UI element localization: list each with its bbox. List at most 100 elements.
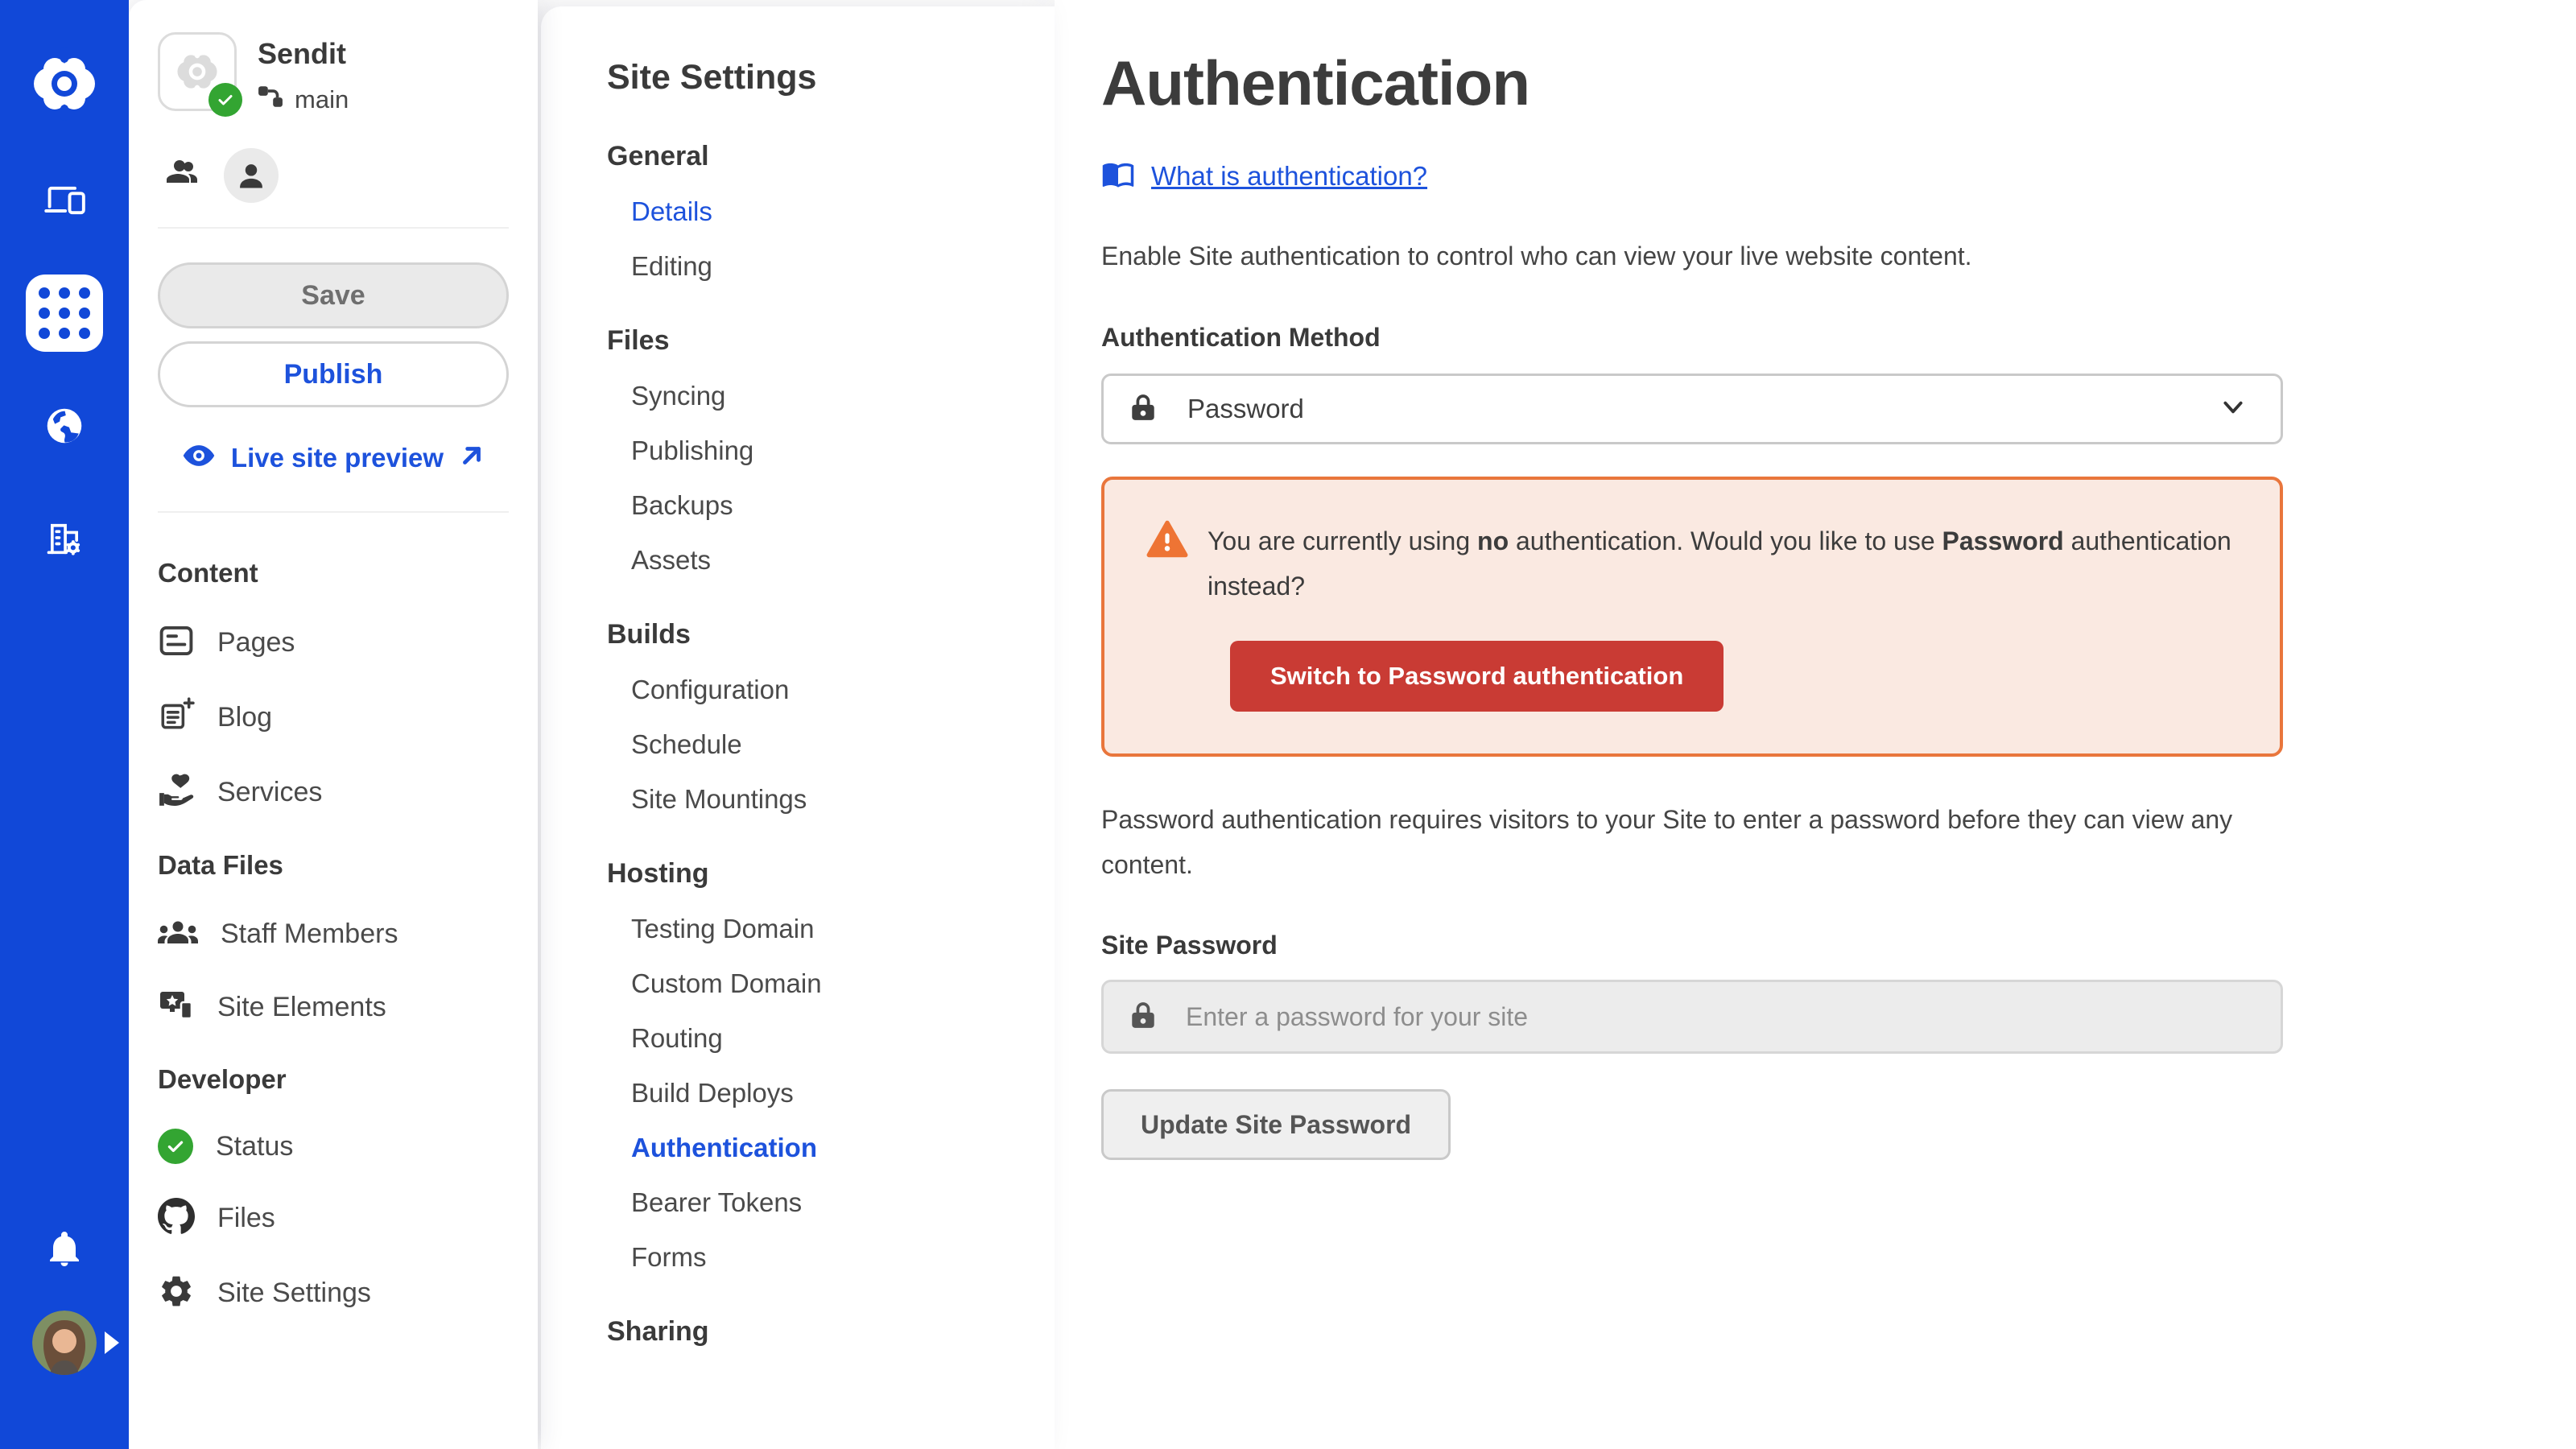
switch-to-password-button[interactable]: Switch to Password authentication [1230, 641, 1724, 712]
settings-item-details[interactable]: Details [631, 196, 1030, 227]
settings-nav-panel: Site Settings General Details Editing Fi… [541, 6, 1055, 1449]
sidebar-item-label: Services [217, 777, 322, 808]
settings-item-forms[interactable]: Forms [631, 1242, 1030, 1273]
sidebar-item-label: Blog [217, 702, 272, 733]
sidebar-item-label: Site Settings [217, 1278, 371, 1309]
app-rail [0, 0, 129, 1449]
site-synced-badge-icon [208, 83, 242, 117]
section-heading-content: Content [158, 558, 509, 588]
sidebar-actions: Save Publish Live site preview [158, 229, 509, 513]
branch-icon [258, 84, 283, 116]
settings-group-heading: Sharing [607, 1316, 1030, 1348]
team-members-icon[interactable] [158, 156, 200, 196]
settings-item-publishing[interactable]: Publishing [631, 436, 1030, 466]
sidebar-item-site-elements[interactable]: Site Elements [158, 988, 509, 1027]
arrow-outward-icon [458, 442, 485, 473]
settings-item-testing-domain[interactable]: Testing Domain [631, 914, 1030, 944]
lock-icon [1128, 392, 1158, 427]
sidebar-item-label: Staff Members [221, 919, 398, 950]
eye-icon [181, 438, 217, 477]
main-content: Authentication What is authentication? E… [1055, 0, 2576, 1449]
chevron-down-icon [2221, 395, 2245, 423]
save-button[interactable]: Save [158, 262, 509, 328]
sidebar-item-pages[interactable]: Pages [158, 622, 509, 663]
live-site-preview-link[interactable]: Live site preview [158, 438, 509, 477]
password-info-text: Password authentication requires visitor… [1101, 797, 2236, 887]
settings-item-authentication[interactable]: Authentication [631, 1133, 1030, 1163]
site-header: Sendit main [158, 0, 509, 229]
lock-icon [1128, 1000, 1158, 1034]
settings-item-custom-domain[interactable]: Custom Domain [631, 968, 1030, 999]
site-sidebar: Sendit main [129, 0, 538, 1449]
blog-icon [158, 697, 195, 738]
warning-triangle-icon [1146, 520, 1188, 563]
site-password-field [1101, 980, 2283, 1054]
hand-heart-icon [158, 772, 195, 813]
branch-name: main [295, 85, 349, 114]
help-link-row[interactable]: What is authentication? [1101, 157, 2576, 195]
publish-button[interactable]: Publish [158, 341, 509, 407]
settings-item-backups[interactable]: Backups [631, 490, 1030, 521]
page-title: Authentication [1101, 47, 2576, 120]
authentication-method-label: Authentication Method [1101, 323, 2576, 353]
book-icon [1101, 157, 1135, 195]
settings-group-general: General Details Editing [607, 141, 1030, 282]
settings-item-site-mountings[interactable]: Site Mountings [631, 784, 1030, 815]
settings-group-builds: Builds Configuration Schedule Site Mount… [607, 619, 1030, 815]
sidebar-item-label: Files [217, 1203, 275, 1234]
settings-group-heading: Builds [607, 619, 1030, 650]
site-thumbnail[interactable] [158, 32, 237, 111]
settings-group-sharing: Sharing [607, 1316, 1030, 1348]
what-is-authentication-link[interactable]: What is authentication? [1151, 161, 1427, 192]
groups-icon [158, 914, 198, 954]
sidebar-nav: Content Pages Bl [158, 513, 509, 1314]
rail-bottom-group [32, 1231, 97, 1449]
site-password-input[interactable] [1186, 1002, 2256, 1032]
sidebar-item-site-settings[interactable]: Site Settings [158, 1273, 509, 1314]
notifications-bell-icon[interactable] [45, 1231, 84, 1274]
expand-rail-chevron-icon[interactable] [105, 1331, 119, 1354]
site-elements-icon [158, 988, 195, 1027]
live-site-preview-label: Live site preview [231, 443, 444, 473]
settings-item-bearer-tokens[interactable]: Bearer Tokens [631, 1187, 1030, 1218]
current-user-icon[interactable] [224, 148, 279, 203]
globe-icon[interactable] [26, 387, 103, 464]
settings-item-editing[interactable]: Editing [631, 251, 1030, 282]
settings-group-files: Files Syncing Publishing Backups Assets [607, 325, 1030, 576]
intro-text: Enable Site authentication to control wh… [1101, 242, 2576, 271]
settings-item-syncing[interactable]: Syncing [631, 381, 1030, 411]
sidebar-item-files[interactable]: Files [158, 1198, 509, 1239]
sidebar-item-staff-members[interactable]: Staff Members [158, 914, 509, 954]
authentication-method-select[interactable]: Password [1101, 374, 2283, 444]
apps-grid-icon[interactable] [26, 275, 103, 352]
settings-item-build-deploys[interactable]: Build Deploys [631, 1078, 1030, 1108]
sidebar-item-label: Site Elements [217, 992, 386, 1023]
update-site-password-button[interactable]: Update Site Password [1101, 1089, 1451, 1160]
settings-group-heading: General [607, 141, 1030, 172]
settings-group-hosting: Hosting Testing Domain Custom Domain Rou… [607, 858, 1030, 1273]
sidebar-item-status[interactable]: Status [158, 1129, 509, 1164]
site-name: Sendit [258, 37, 349, 71]
sidebar-item-blog[interactable]: Blog [158, 697, 509, 738]
settings-item-schedule[interactable]: Schedule [631, 729, 1030, 760]
warning-text: You are currently using no authenticatio… [1208, 518, 2231, 609]
app-root: Sendit main [0, 0, 2576, 1449]
settings-item-configuration[interactable]: Configuration [631, 675, 1030, 705]
sidebar-item-label: Status [216, 1131, 293, 1162]
sidebar-item-services[interactable]: Services [158, 772, 509, 813]
settings-item-routing[interactable]: Routing [631, 1023, 1030, 1054]
settings-item-assets[interactable]: Assets [631, 545, 1030, 576]
user-avatar[interactable] [32, 1311, 97, 1375]
warning-callout: You are currently using no authenticatio… [1101, 477, 2283, 757]
site-password-label: Site Password [1101, 931, 2576, 960]
pages-icon [158, 622, 195, 663]
sidebar-item-label: Pages [217, 627, 295, 658]
settings-group-heading: Hosting [607, 858, 1030, 890]
settings-group-heading: Files [607, 325, 1030, 357]
devices-icon[interactable] [26, 162, 103, 239]
settings-nav-title: Site Settings [607, 58, 1030, 97]
organization-icon[interactable] [26, 500, 103, 577]
cloudcannon-logo-icon[interactable] [26, 45, 103, 126]
github-icon [158, 1198, 195, 1239]
authentication-method-value: Password [1187, 394, 1304, 424]
